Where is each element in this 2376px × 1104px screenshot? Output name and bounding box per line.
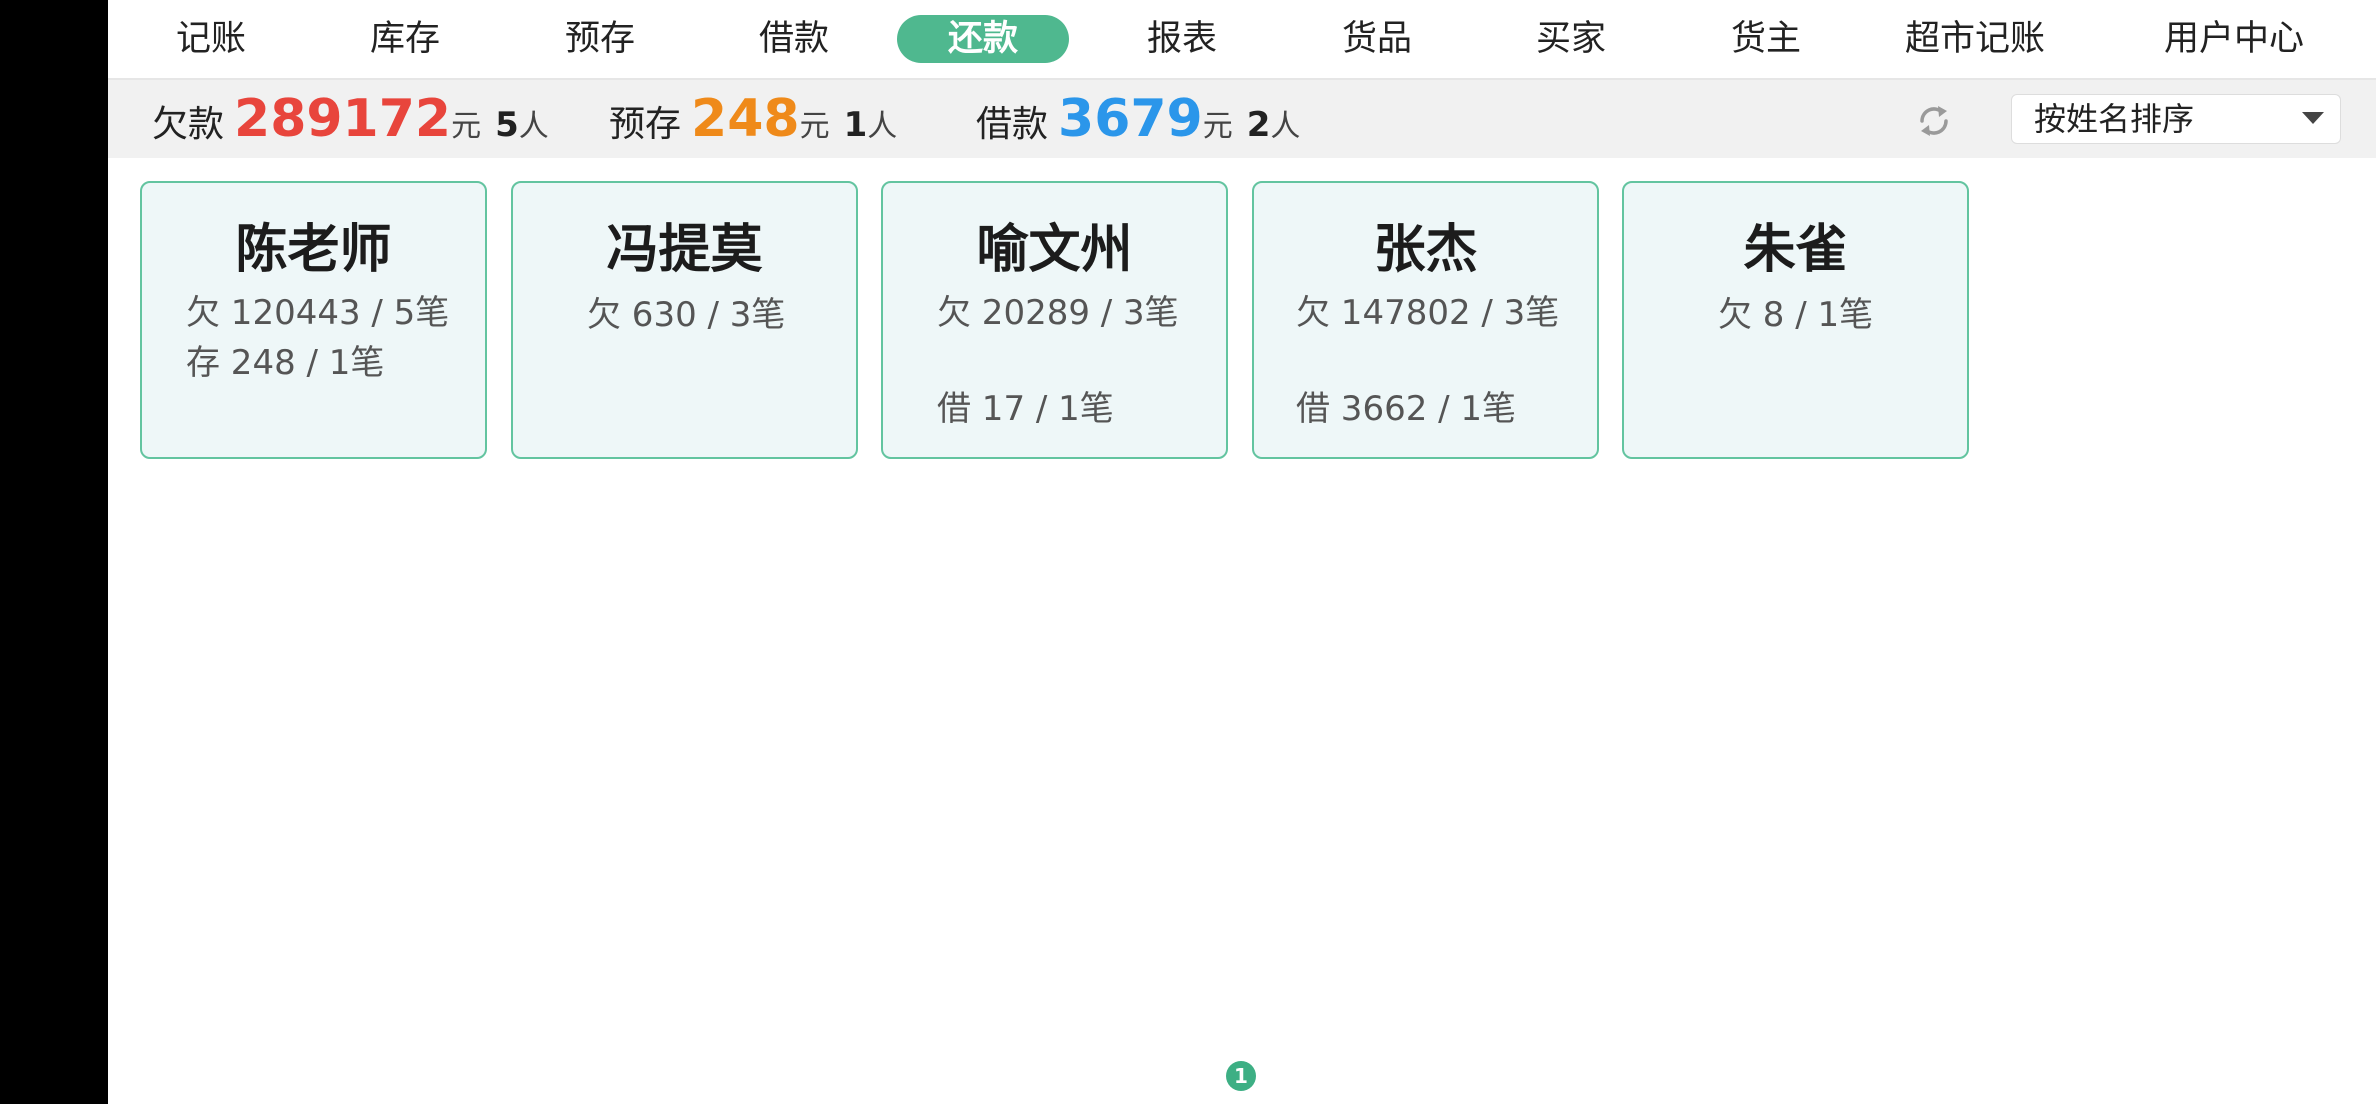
tab-bookkeeping[interactable]: 记账 xyxy=(161,15,261,63)
top-nav: 记账 库存 预存 借款 还款 报表 货品 买家 货主 超市记账 用户中心 xyxy=(108,0,2376,80)
tab-repayment[interactable]: 还款 xyxy=(897,15,1069,63)
debt-count: 5 xyxy=(495,105,519,145)
tab-buyers[interactable]: 买家 xyxy=(1521,15,1621,63)
tab-reports[interactable]: 报表 xyxy=(1132,15,1232,63)
person-name: 朱雀 xyxy=(1743,220,1848,280)
person-name: 冯提莫 xyxy=(606,220,763,280)
deposit-label: 预存 xyxy=(609,104,682,145)
loan-label: 借款 xyxy=(976,104,1049,145)
debt-amount: 289172 xyxy=(234,89,452,149)
debt-unit: 元 xyxy=(451,109,482,144)
debt-record: 欠 630 / 3笔 xyxy=(587,295,786,335)
debt-summary: 欠款 289172元 5人 xyxy=(152,80,549,158)
deposit-unit: 元 xyxy=(799,109,830,144)
debt-record: 欠 120443 / 5笔 xyxy=(186,293,450,333)
loan-count: 2 xyxy=(1246,105,1271,145)
chevron-down-icon xyxy=(2302,112,2324,124)
debt-label: 欠款 xyxy=(152,104,225,145)
tab-supermarket-bookkeeping[interactable]: 超市记账 xyxy=(1891,15,2059,63)
person-card[interactable]: 朱雀 欠 8 / 1笔 xyxy=(1622,181,1969,459)
page-indicator[interactable]: 1 xyxy=(1226,1061,1256,1091)
person-card[interactable]: 张杰 欠 147802 / 3笔 借 3662 / 1笔 xyxy=(1252,181,1599,459)
deposit-summary: 预存 248元 1人 xyxy=(609,80,897,158)
loan-unit: 元 xyxy=(1202,109,1233,144)
loan-person-unit: 人 xyxy=(1270,109,1301,144)
tab-owners[interactable]: 货主 xyxy=(1716,15,1816,63)
loan-summary: 借款 3679元 2人 xyxy=(976,80,1300,158)
sort-select[interactable]: 按姓名排序 xyxy=(2011,94,2341,144)
loan-record: 借 17 / 1笔 xyxy=(937,389,1114,429)
tab-goods[interactable]: 货品 xyxy=(1327,15,1427,63)
tab-loan[interactable]: 借款 xyxy=(744,15,844,63)
person-name: 张杰 xyxy=(1373,220,1478,280)
debt-record: 欠 8 / 1笔 xyxy=(1718,295,1874,335)
deposit-record: 存 248 / 1笔 xyxy=(186,343,385,383)
tab-user-center[interactable]: 用户中心 xyxy=(2150,15,2318,63)
tab-inventory[interactable]: 库存 xyxy=(355,15,455,63)
person-card[interactable]: 冯提莫 欠 630 / 3笔 xyxy=(511,181,858,459)
sort-select-value: 按姓名排序 xyxy=(2034,100,2195,138)
person-name: 陈老师 xyxy=(235,220,392,280)
debt-person-unit: 人 xyxy=(518,109,549,144)
tab-prepaid[interactable]: 预存 xyxy=(550,15,650,63)
person-name: 喻文州 xyxy=(976,220,1133,280)
deposit-amount: 248 xyxy=(691,89,800,149)
summary-bar: 欠款 289172元 5人 预存 248元 1人 借款 3679元 2人 按姓名排序 xyxy=(108,80,2376,158)
refresh-icon[interactable] xyxy=(1914,101,1954,141)
deposit-count: 1 xyxy=(843,105,868,145)
loan-record: 借 3662 / 1笔 xyxy=(1296,389,1517,429)
person-card[interactable]: 陈老师 欠 120443 / 5笔 存 248 / 1笔 xyxy=(140,181,487,459)
loan-amount: 3679 xyxy=(1058,89,1203,149)
deposit-person-unit: 人 xyxy=(867,109,898,144)
app-window: 记账 库存 预存 借款 还款 报表 货品 买家 货主 超市记账 用户中心 欠款 2… xyxy=(108,0,2376,1104)
person-card[interactable]: 喻文州 欠 20289 / 3笔 借 17 / 1笔 xyxy=(881,181,1228,459)
debt-record: 欠 147802 / 3笔 xyxy=(1296,293,1560,333)
debt-record: 欠 20289 / 3笔 xyxy=(937,293,1179,333)
